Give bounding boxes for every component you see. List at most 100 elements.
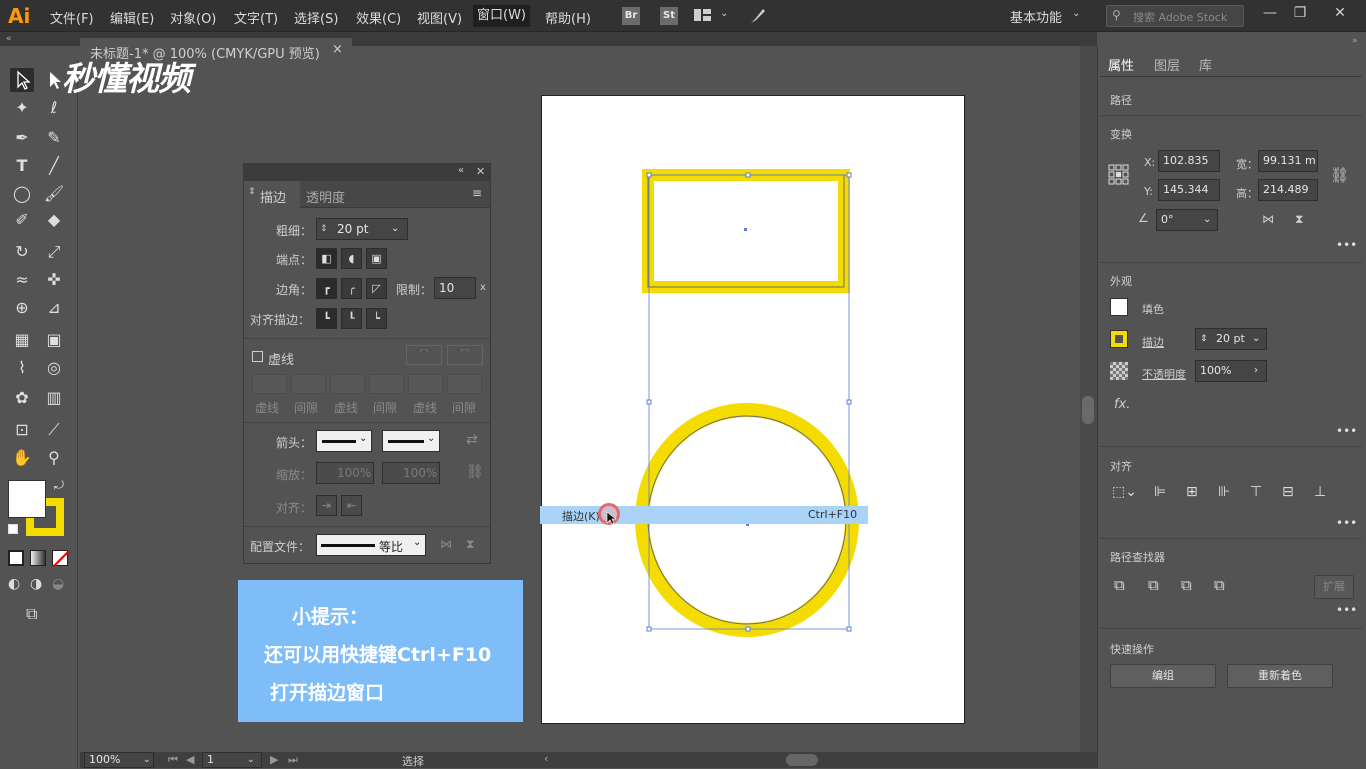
more-options-icon[interactable]: ••• bbox=[1336, 424, 1357, 438]
menu-edit[interactable]: 编辑(E) bbox=[110, 8, 154, 27]
exclude-icon[interactable]: ⧉ bbox=[1214, 576, 1225, 594]
more-options-icon[interactable]: ••• bbox=[1336, 516, 1357, 530]
end-arrow-select[interactable]: ⌄ bbox=[382, 430, 440, 452]
stock-button[interactable]: St bbox=[660, 7, 678, 25]
blend-tool-icon[interactable]: ◎ bbox=[42, 356, 66, 380]
menu-help[interactable]: 帮助(H) bbox=[545, 8, 591, 27]
eyedropper-icon[interactable]: ⌇ bbox=[10, 356, 34, 380]
shaper-tool-icon[interactable]: ✐ bbox=[10, 208, 34, 232]
swap-colors-icon[interactable]: ⤾ bbox=[54, 478, 64, 493]
align-inside-icon[interactable]: ┖ bbox=[341, 308, 362, 329]
intersect-icon[interactable]: ⧉ bbox=[1181, 576, 1192, 594]
collapse-panel-icon[interactable]: « bbox=[458, 165, 464, 176]
chevron-down-icon[interactable]: ⌄ bbox=[1252, 329, 1260, 349]
chevron-right-icon[interactable]: › bbox=[1254, 361, 1258, 381]
pen-tool-icon[interactable]: ✒ bbox=[10, 126, 34, 150]
limit-field[interactable]: 10 bbox=[434, 277, 476, 299]
flip-vertical-icon[interactable]: ⧗ bbox=[466, 537, 474, 552]
start-scale-field[interactable]: 100% bbox=[316, 462, 374, 484]
width-tool-icon[interactable]: ≈ bbox=[10, 268, 34, 292]
stroke-swatch[interactable] bbox=[1110, 330, 1128, 348]
align-vcenter-icon[interactable]: ⊟ bbox=[1282, 484, 1294, 500]
y-field[interactable]: 145.344 bbox=[1158, 179, 1220, 201]
selection-tool-icon[interactable] bbox=[10, 68, 34, 92]
eraser-icon[interactable]: ◆ bbox=[42, 208, 66, 232]
fx-icon[interactable]: fx. bbox=[1114, 397, 1130, 412]
tab-transparency[interactable]: 透明度 bbox=[306, 187, 345, 206]
graph-tool-icon[interactable]: ▥ bbox=[42, 386, 66, 410]
stock-search-input[interactable]: ⚲ 搜索 Adobe Stock bbox=[1106, 5, 1244, 27]
hand-tool-icon[interactable]: ✋ bbox=[10, 446, 34, 470]
zoom-tool-icon[interactable]: ⚲ bbox=[42, 446, 66, 470]
dashed-checkbox[interactable] bbox=[252, 351, 263, 362]
artwork[interactable] bbox=[541, 95, 965, 724]
x-field[interactable]: 102.835 bbox=[1158, 150, 1220, 172]
flip-horizontal-icon[interactable]: ⋈ bbox=[440, 537, 452, 551]
chevron-down-icon[interactable]: ⌄ bbox=[1072, 8, 1080, 19]
round-join-icon[interactable]: ╭ bbox=[341, 278, 362, 299]
link-scale-icon[interactable]: ⛓ bbox=[466, 464, 484, 480]
slice-tool-icon[interactable]: ⟋ bbox=[42, 418, 66, 442]
tab-stroke[interactable]: ⇕ 描边 bbox=[244, 181, 300, 208]
arrow-place-icon[interactable]: ⇤ bbox=[341, 495, 362, 516]
curvature-tool-icon[interactable]: ✎ bbox=[42, 126, 66, 150]
last-artboard-icon[interactable]: ⏭ bbox=[288, 753, 298, 767]
flip-horizontal-icon[interactable]: ⋈ bbox=[1262, 212, 1274, 226]
align-outside-icon[interactable]: ┕ bbox=[366, 308, 387, 329]
flip-vertical-icon[interactable]: ⧗ bbox=[1295, 212, 1303, 227]
scale-tool-icon[interactable]: ⤢ bbox=[42, 240, 66, 264]
miter-join-icon[interactable]: ┏ bbox=[316, 278, 337, 299]
align-center-icon[interactable]: ┗ bbox=[316, 308, 337, 329]
angle-field[interactable]: 0° ⌄ bbox=[1156, 209, 1218, 231]
magic-wand-icon[interactable]: ✦ bbox=[10, 96, 34, 120]
close-panel-icon[interactable]: ✕ bbox=[476, 165, 485, 178]
more-options-icon[interactable]: ••• bbox=[1336, 238, 1357, 252]
align-top-icon[interactable]: ⊤ bbox=[1250, 484, 1262, 500]
swap-arrows-icon[interactable]: ⇄ bbox=[466, 432, 478, 448]
weight-field[interactable]: ⇕ 20 pt ⌄ bbox=[316, 218, 408, 240]
collapse-icon[interactable]: « bbox=[6, 34, 12, 44]
opacity-icon[interactable] bbox=[1110, 362, 1128, 380]
menu-select[interactable]: 选择(S) bbox=[294, 8, 338, 27]
start-arrow-select[interactable]: ⌄ bbox=[316, 430, 372, 452]
draw-behind-icon[interactable]: ◑ bbox=[30, 576, 42, 592]
end-scale-field[interactable]: 100% bbox=[382, 462, 440, 484]
paintbrush-icon[interactable]: 🖌 bbox=[42, 182, 66, 206]
chevron-left-icon[interactable]: ‹ bbox=[544, 752, 548, 765]
link-proportions-icon[interactable]: ⛓ bbox=[1330, 166, 1349, 184]
stroke-link[interactable]: 描边 bbox=[1142, 334, 1164, 350]
profile-select[interactable]: 等比 ⌄ bbox=[316, 534, 426, 556]
artboard-tool-icon[interactable]: ⊡ bbox=[10, 418, 34, 442]
shape-builder-icon[interactable]: ⊕ bbox=[10, 296, 34, 320]
chevron-down-icon[interactable]: ⌄ bbox=[391, 219, 399, 239]
rotate-tool-icon[interactable]: ↻ bbox=[10, 240, 34, 264]
tab-libraries[interactable]: 库 bbox=[1199, 55, 1212, 74]
vertical-scrollbar[interactable] bbox=[1080, 46, 1097, 752]
group-button[interactable]: 编组 bbox=[1110, 664, 1216, 688]
workspace-switcher[interactable]: 基本功能 bbox=[1010, 7, 1062, 26]
align-bottom-icon[interactable]: ⊥ bbox=[1314, 484, 1326, 500]
perspective-grid-icon[interactable]: ⊿ bbox=[42, 296, 66, 320]
mesh-tool-icon[interactable]: ▦ bbox=[10, 328, 34, 352]
height-field[interactable]: 214.489 bbox=[1258, 179, 1318, 201]
color-mode-icon[interactable] bbox=[8, 550, 24, 566]
opacity-link[interactable]: 不透明度 bbox=[1142, 366, 1186, 382]
horizontal-scroll-thumb[interactable] bbox=[786, 754, 818, 766]
default-colors-icon[interactable] bbox=[8, 524, 18, 534]
puppet-warp-icon[interactable]: ✜ bbox=[42, 268, 66, 292]
close-tab-icon[interactable]: × bbox=[332, 42, 343, 57]
prev-artboard-icon[interactable]: ◀ bbox=[186, 753, 194, 766]
none-mode-icon[interactable] bbox=[52, 550, 69, 567]
bridge-button[interactable]: Br bbox=[622, 7, 640, 25]
more-options-icon[interactable]: ••• bbox=[1336, 603, 1357, 617]
minus-front-icon[interactable]: ⧉ bbox=[1148, 576, 1159, 594]
chevron-down-icon[interactable]: ⌄ bbox=[143, 753, 151, 767]
menu-effect[interactable]: 效果(C) bbox=[356, 8, 401, 27]
menu-file[interactable]: 文件(F) bbox=[50, 8, 94, 27]
line-tool-icon[interactable]: ╱ bbox=[42, 154, 66, 178]
screen-mode-icon[interactable]: ⧉ bbox=[26, 604, 37, 624]
ellipse-tool-icon[interactable]: ◯ bbox=[10, 182, 34, 206]
align-left-icon[interactable]: ⊫ bbox=[1154, 484, 1166, 500]
menu-view[interactable]: 视图(V) bbox=[417, 8, 462, 27]
next-artboard-icon[interactable]: ▶ bbox=[270, 753, 278, 766]
